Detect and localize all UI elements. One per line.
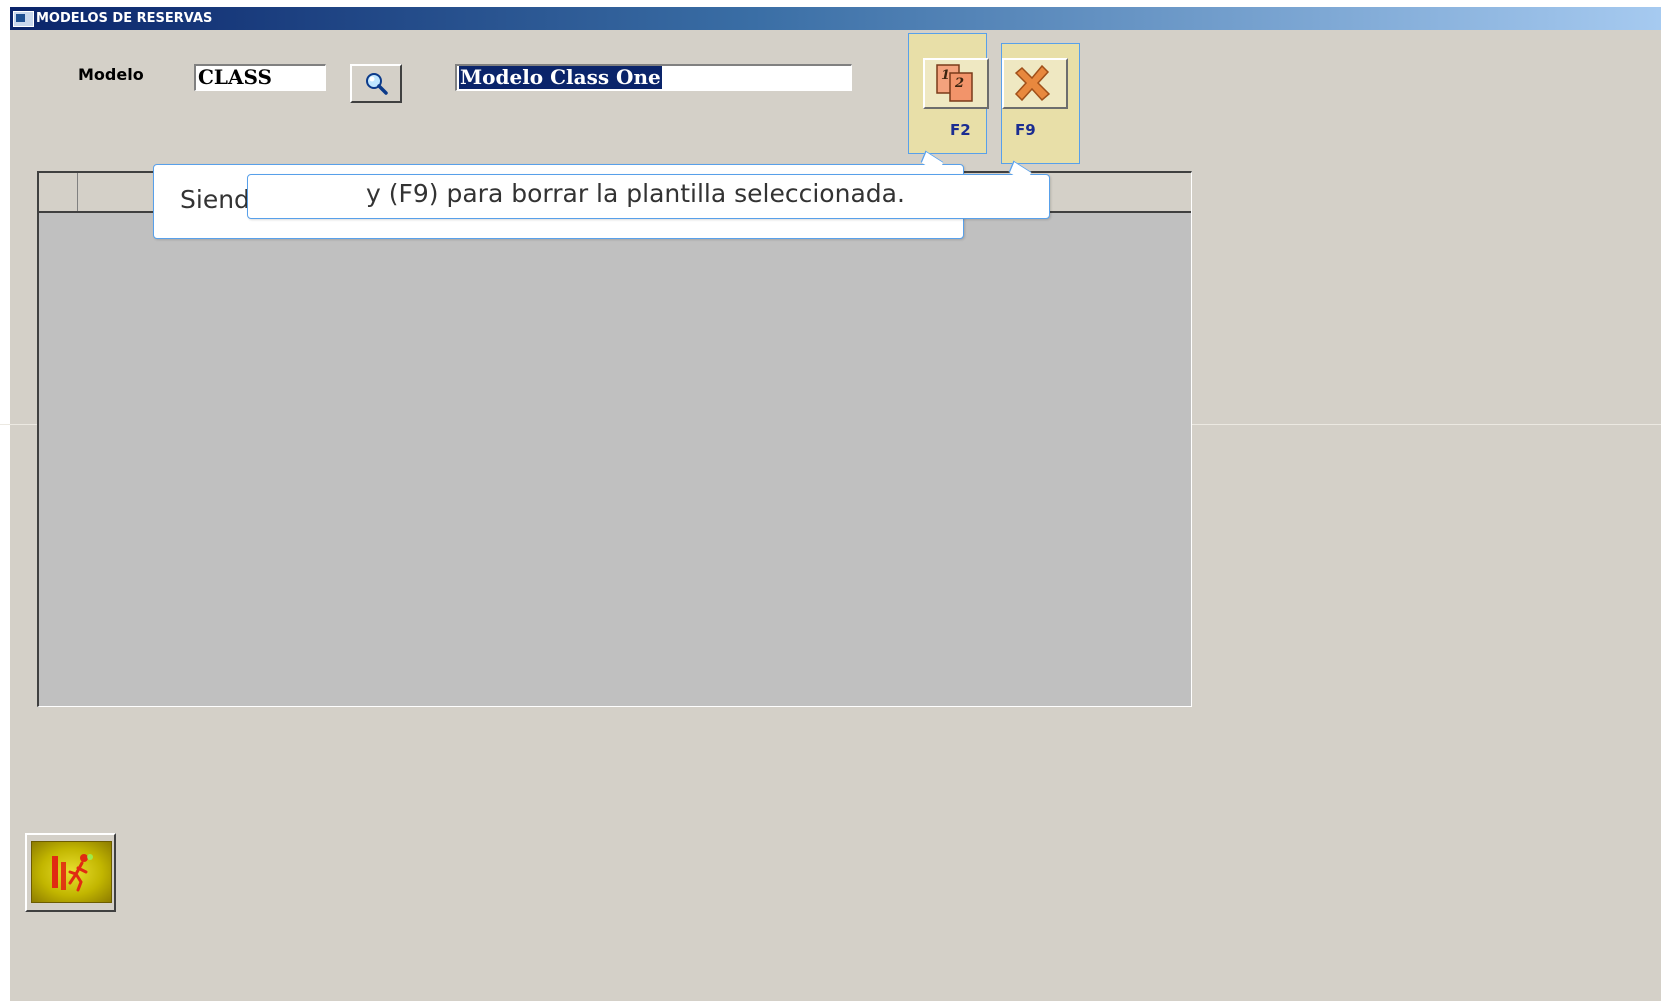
svg-text:2: 2 (954, 76, 964, 91)
modelo-description-input[interactable]: Modelo Class One (455, 64, 852, 91)
templates-grid[interactable] (37, 171, 1192, 707)
help-tooltip-front: y (F9) para borrar la plantilla seleccio… (247, 174, 1050, 219)
modelo-code-value: CLASS (198, 65, 272, 89)
f9-key-panel: F9 (1001, 43, 1080, 164)
copy-template-button[interactable]: 1 2 (923, 58, 989, 109)
delete-template-button[interactable] (1002, 58, 1068, 109)
grid-row-selector-header[interactable] (39, 173, 78, 211)
exit-button[interactable] (25, 833, 116, 912)
modelo-code-input[interactable]: CLASS (194, 64, 326, 91)
help-tooltip-front-text: y (F9) para borrar la plantilla seleccio… (366, 179, 905, 208)
svg-text:1: 1 (941, 68, 950, 83)
search-button[interactable] (350, 64, 402, 103)
exit-button-face (31, 841, 112, 903)
modelo-description-value: Modelo Class One (459, 65, 662, 89)
magnifier-icon (366, 73, 388, 95)
f2-label: F2 (950, 121, 971, 139)
delete-x-icon (1014, 64, 1051, 102)
app-window-icon (13, 11, 34, 27)
modelo-label: Modelo (78, 65, 144, 84)
window-title: MODELOS DE RESERVAS (36, 11, 213, 26)
copy-pages-icon: 1 2 (936, 64, 973, 102)
f9-label: F9 (1015, 121, 1036, 139)
f2-key-panel: 1 2 F2 (908, 33, 989, 154)
title-bar: MODELOS DE RESERVAS (10, 7, 1661, 30)
exit-running-man-icon (52, 854, 93, 892)
help-tooltip-back-text: Siend (180, 185, 250, 214)
